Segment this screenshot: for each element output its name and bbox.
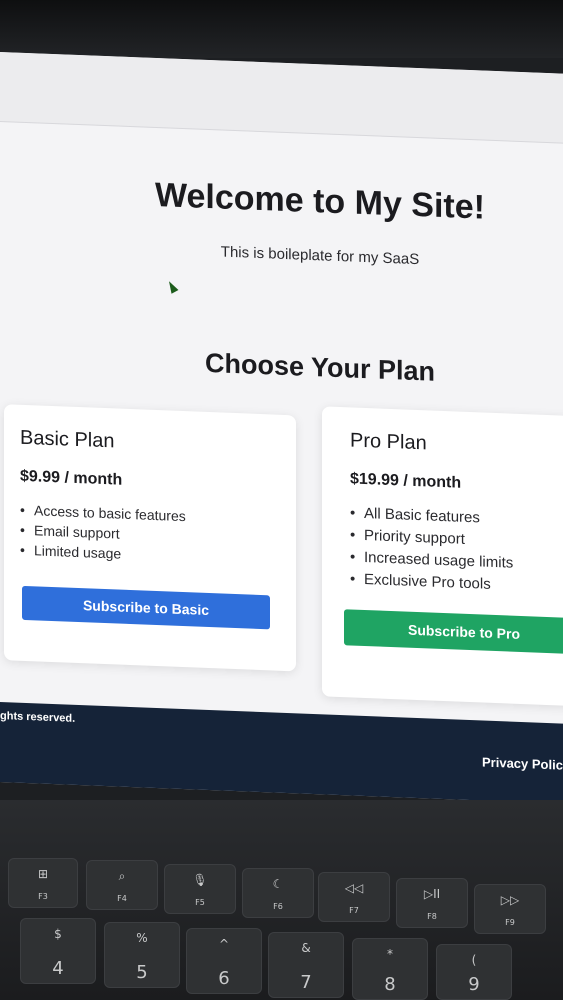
key-symbol: ^ (218, 937, 230, 951)
play-pause-icon: ▷II (423, 887, 441, 901)
key-symbol: $ (54, 927, 62, 941)
key-label: F5 (195, 898, 205, 907)
key-9[interactable]: ( 9 (436, 944, 512, 1000)
key-number: 8 (384, 974, 396, 995)
page-title: Welcome to My Site! (155, 175, 485, 227)
laptop-bezel (0, 0, 563, 58)
subscribe-basic-button[interactable]: Subscribe to Basic (22, 585, 270, 630)
key-symbol: % (136, 931, 148, 945)
plan-name: Pro Plan (350, 429, 427, 455)
key-number: 7 (300, 972, 312, 993)
privacy-policy-link[interactable]: Privacy Polic (482, 755, 563, 773)
basic-plan-card: Basic Plan $9.99 / month Access to basic… (4, 404, 296, 672)
key-number: 9 (468, 974, 480, 995)
key-label: F7 (349, 906, 359, 915)
mouse-cursor-icon (165, 279, 179, 294)
microphone-icon: 🎙 (192, 873, 208, 887)
key-7[interactable]: & 7 (268, 932, 344, 998)
plans-heading: Choose Your Plan (204, 347, 436, 387)
site-footer: ghts reserved. Privacy Polic (0, 702, 563, 804)
subscribe-pro-button[interactable]: Subscribe to Pro (344, 609, 563, 655)
browser-toolbar (0, 52, 563, 144)
key-number: 4 (52, 958, 64, 979)
fast-forward-icon: ▷▷ (500, 893, 520, 907)
feature-item: Increased usage limits (350, 548, 563, 574)
search-icon: ⌕ (118, 869, 126, 883)
rewind-icon: ◁◁ (344, 881, 364, 895)
key-label: F6 (273, 902, 283, 911)
mission-control-icon: ⊞ (37, 867, 49, 881)
feature-item: Exclusive Pro tools (350, 570, 563, 596)
pro-plan-card: Pro Plan $19.99 / month All Basic featur… (322, 406, 563, 707)
key-label: F3 (38, 892, 48, 901)
page-subtitle: This is boileplate for my SaaS (220, 243, 420, 269)
feature-list: Access to basic features Email support L… (20, 502, 280, 568)
plan-price: $19.99 / month (350, 470, 462, 492)
key-label: F8 (427, 912, 437, 921)
key-8[interactable]: * 8 (352, 938, 428, 1000)
key-f9[interactable]: ▷▷ F9 (474, 884, 546, 934)
laptop-keyboard: ⊞ F3 ⌕ F4 🎙 F5 ☾ F6 ◁◁ F7 ▷II F8 ▷▷ F9 $… (0, 800, 563, 1000)
plan-price: $9.99 / month (20, 467, 123, 489)
key-f3[interactable]: ⊞ F3 (8, 858, 78, 908)
key-f5[interactable]: 🎙 F5 (164, 864, 236, 914)
key-6[interactable]: ^ 6 (186, 928, 262, 994)
key-4[interactable]: $ 4 (20, 918, 96, 984)
feature-item: Priority support (350, 526, 563, 552)
key-number: 6 (218, 968, 230, 989)
moon-icon: ☾ (272, 877, 284, 891)
key-symbol: * (387, 947, 393, 961)
key-symbol: ( (471, 953, 477, 967)
key-label: F4 (117, 894, 127, 903)
feature-item: All Basic features (350, 504, 563, 530)
key-f6[interactable]: ☾ F6 (242, 868, 314, 918)
key-number: 5 (136, 962, 148, 983)
key-f4[interactable]: ⌕ F4 (86, 860, 158, 910)
key-f7[interactable]: ◁◁ F7 (318, 872, 390, 922)
feature-list: All Basic features Priority support Incr… (350, 504, 563, 596)
key-symbol: & (301, 941, 311, 955)
key-f8[interactable]: ▷II F8 (396, 878, 468, 928)
plan-name: Basic Plan (20, 426, 115, 453)
laptop-screen: Welcome to My Site! This is boileplate f… (0, 52, 563, 804)
key-5[interactable]: % 5 (104, 922, 180, 988)
copyright-text: ghts reserved. (0, 710, 76, 725)
key-label: F9 (505, 918, 515, 927)
